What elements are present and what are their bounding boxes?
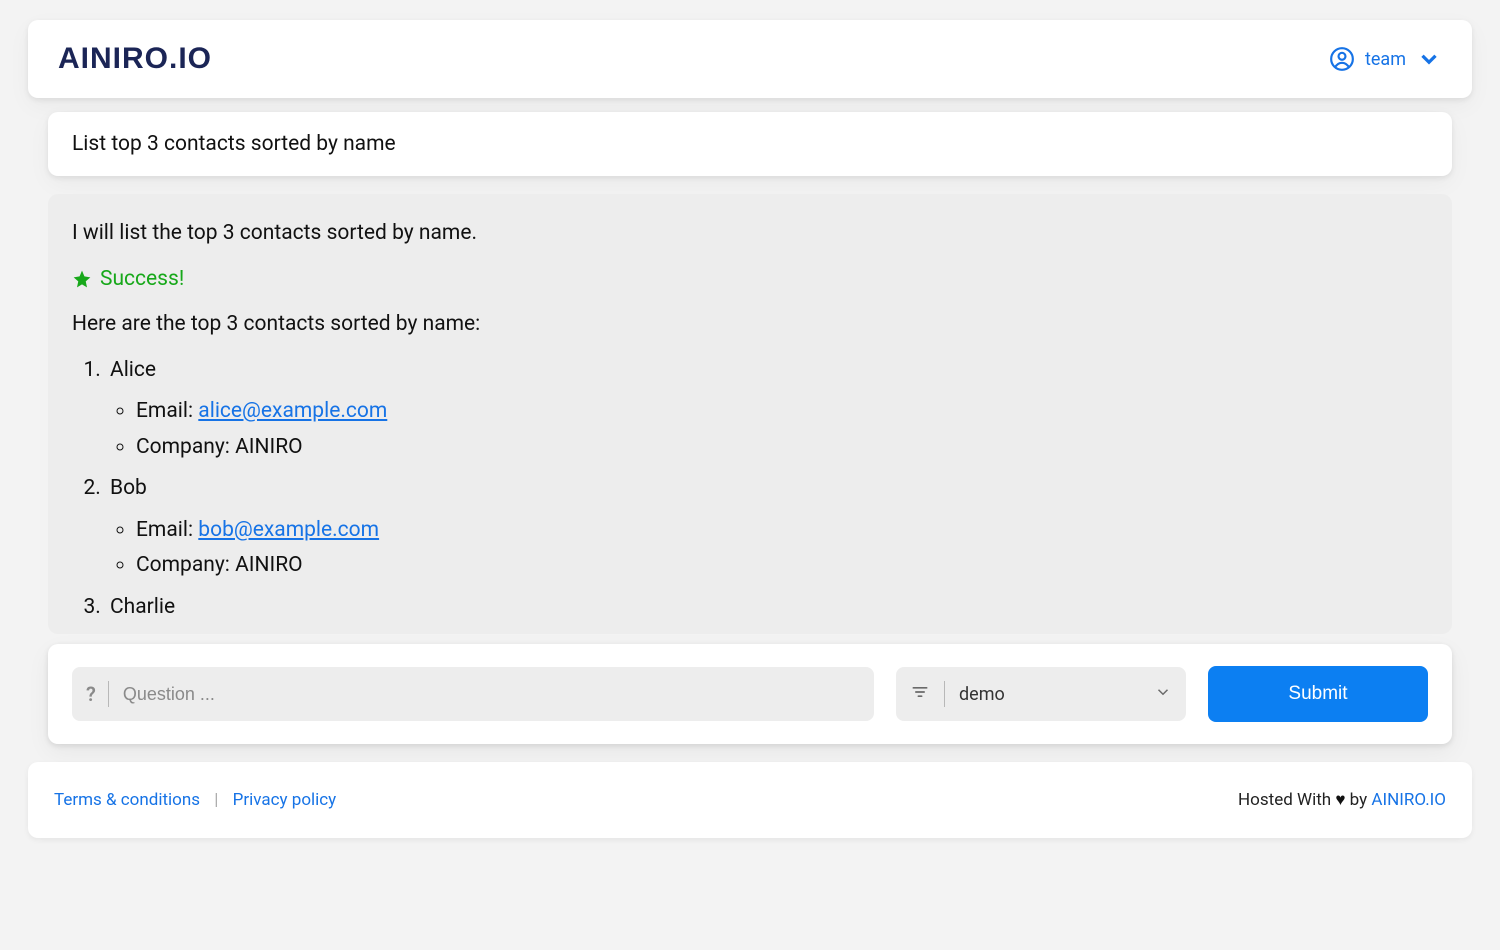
footer-links: Terms & conditions | Privacy policy: [54, 790, 336, 810]
response-intro: I will list the top 3 contacts sorted by…: [72, 218, 1428, 250]
footer-hosted: Hosted With ♥ by AINIRO.IO: [1238, 790, 1446, 810]
chevron-down-icon: [1154, 683, 1172, 705]
footer: Terms & conditions | Privacy policy Host…: [28, 762, 1472, 838]
user-menu[interactable]: team: [1329, 46, 1442, 72]
filter-icon: [910, 682, 930, 706]
logo: AINIRO.IO: [58, 42, 212, 76]
list-heading: Here are the top 3 contacts sorted by na…: [72, 309, 1428, 341]
contact-name: Charlie: [110, 595, 175, 619]
contact-detail: Email: alice@example.com: [136, 396, 1428, 428]
divider: |: [214, 790, 218, 810]
model-select[interactable]: demo: [896, 667, 1186, 721]
contact-name: Bob: [110, 476, 147, 500]
list-item: Charlie: [106, 592, 1428, 624]
success-label: Success!: [100, 264, 184, 296]
question-mark-icon: ?: [86, 682, 108, 706]
contact-name: Alice: [110, 358, 156, 382]
select-value: demo: [959, 684, 1154, 705]
response-card: I will list the top 3 contacts sorted by…: [48, 194, 1452, 634]
user-icon: [1329, 46, 1355, 72]
user-label: team: [1365, 49, 1406, 70]
divider: [944, 681, 945, 707]
input-bar: ? demo Submit: [48, 644, 1452, 744]
contacts-list: Alice Email: alice@example.com Company: …: [72, 355, 1428, 624]
contact-detail: Company: AINIRO: [136, 432, 1428, 464]
contact-detail: Company: AINIRO: [136, 550, 1428, 582]
star-icon: [72, 269, 92, 289]
submit-button[interactable]: Submit: [1208, 666, 1428, 722]
header: AINIRO.IO team: [28, 20, 1472, 98]
question-input-group[interactable]: ?: [72, 667, 874, 721]
hosted-link[interactable]: AINIRO.IO: [1371, 790, 1446, 810]
email-link[interactable]: bob@example.com: [198, 518, 379, 542]
divider: [108, 681, 109, 707]
prompt-card: List top 3 contacts sorted by name: [48, 112, 1452, 176]
prompt-text: List top 3 contacts sorted by name: [72, 132, 396, 156]
privacy-link[interactable]: Privacy policy: [233, 790, 337, 810]
list-item: Alice Email: alice@example.com Company: …: [106, 355, 1428, 464]
success-indicator: Success!: [72, 264, 1428, 296]
chevron-down-icon: [1416, 46, 1442, 72]
heart-icon: ♥: [1335, 790, 1345, 810]
question-input[interactable]: [123, 684, 860, 705]
terms-link[interactable]: Terms & conditions: [54, 790, 200, 810]
list-item: Bob Email: bob@example.com Company: AINI…: [106, 473, 1428, 582]
email-link[interactable]: alice@example.com: [198, 399, 387, 423]
contact-detail: Email: bob@example.com: [136, 515, 1428, 547]
